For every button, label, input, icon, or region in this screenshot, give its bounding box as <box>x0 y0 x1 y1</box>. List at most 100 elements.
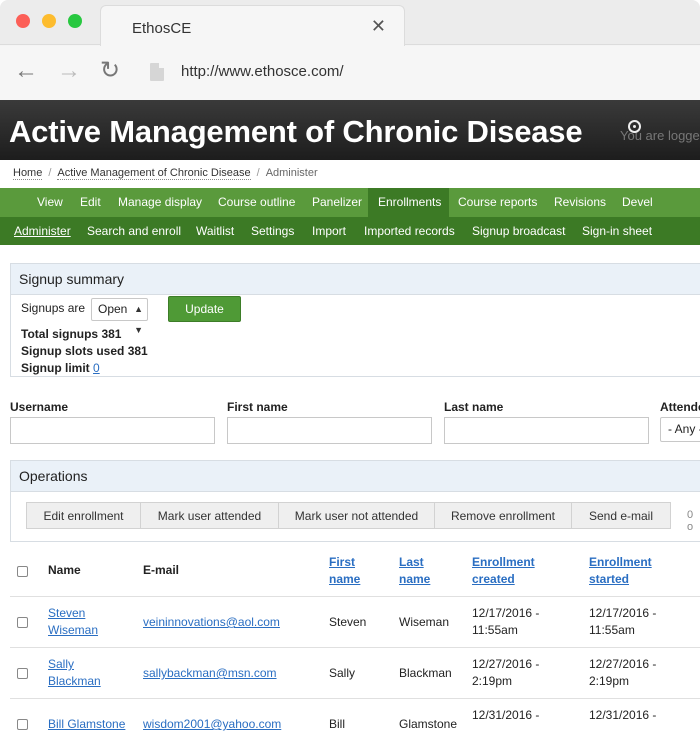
remove-enrollment-button[interactable]: Remove enrollment <box>434 502 572 529</box>
page-title: Active Management of Chronic Disease <box>9 114 583 149</box>
subtab-administer[interactable]: Administer <box>14 217 71 245</box>
mark-not-attended-button[interactable]: Mark user not attended <box>278 502 435 529</box>
tab-manage-display[interactable]: Manage display <box>118 188 202 217</box>
row-checkbox[interactable] <box>17 668 28 679</box>
forward-arrow-icon[interactable]: → <box>57 59 81 83</box>
slots-used-label: Signup slots used <box>21 344 125 358</box>
enrollment-started-date: 12/27/2016 - <box>589 657 657 671</box>
tab-edit[interactable]: Edit <box>80 188 101 217</box>
user-name-link[interactable]: Steven Wiseman <box>48 605 108 639</box>
first-name-input[interactable] <box>227 417 432 444</box>
last-name-input[interactable] <box>444 417 649 444</box>
tab-strip: EthosCE ✕ <box>0 0 700 46</box>
minimize-window-button[interactable] <box>42 14 56 28</box>
enrollment-created-date: 12/17/2016 - <box>472 606 540 620</box>
edit-enrollment-button[interactable]: Edit enrollment <box>26 502 141 529</box>
row-divider <box>10 698 700 699</box>
col-name: Name <box>48 563 81 577</box>
user-last-name: Blackman <box>399 666 452 680</box>
maximize-window-button[interactable] <box>68 14 82 28</box>
mark-attended-button[interactable]: Mark user attended <box>140 502 279 529</box>
tab-devel[interactable]: Devel <box>622 188 653 217</box>
col-email: E-mail <box>143 563 180 577</box>
breadcrumb-current: Administer <box>265 167 318 179</box>
enrollment-started-date: 12/31/2016 - <box>589 708 657 722</box>
browser-chrome: EthosCE ✕ ← → ↻ http://www.ethosce.com/ <box>0 0 700 100</box>
subtab-waitlist[interactable]: Waitlist <box>196 217 234 245</box>
breadcrumb-home[interactable]: Home <box>13 167 43 180</box>
breadcrumb-course[interactable]: Active Management of Chronic Disease <box>57 167 251 180</box>
tab-panelizer[interactable]: Panelizer <box>312 188 362 217</box>
subtab-import[interactable]: Import <box>312 217 346 245</box>
user-menu-icon[interactable] <box>628 120 641 133</box>
browser-tab[interactable]: EthosCE ✕ <box>100 5 405 46</box>
col-enrollment-created[interactable]: Enrollment created <box>472 554 547 588</box>
signups-are-label: Signups are <box>21 301 86 315</box>
primary-tabs: View Edit Manage display Course outline … <box>0 188 700 217</box>
user-email-link[interactable]: wisdom2001@yahoo.com <box>143 716 281 732</box>
signup-summary-legend: Signup summary <box>11 264 700 295</box>
close-tab-icon[interactable]: ✕ <box>371 16 386 37</box>
user-name-link[interactable]: Sally Blackman <box>48 656 108 690</box>
slots-used-value: 381 <box>127 344 148 358</box>
signups-status-value: Open <box>98 302 128 316</box>
attended-label: Attended <box>660 400 700 414</box>
enrollment-created-time: 11:55am <box>472 623 518 637</box>
user-first-name: Sally <box>329 666 356 680</box>
subtab-imported-records[interactable]: Imported records <box>364 217 455 245</box>
close-window-button[interactable] <box>16 14 30 28</box>
enrollment-started-date: 12/17/2016 - <box>589 606 657 620</box>
last-name-label: Last name <box>444 400 504 414</box>
user-name-link[interactable]: Bill Glamstone <box>48 716 125 732</box>
user-email-link[interactable]: sallybackman@msn.com <box>143 665 277 682</box>
enrollment-started-time: 11:55am <box>589 623 635 637</box>
send-email-button[interactable]: Send e-mail <box>571 502 671 529</box>
address-bar-area: ← → ↻ http://www.ethosce.com/ <box>0 46 700 100</box>
subtab-signup-broadcast[interactable]: Signup broadcast <box>472 217 565 245</box>
tab-course-reports[interactable]: Course reports <box>458 188 537 217</box>
username-label: Username <box>10 400 69 414</box>
first-name-label: First name <box>227 400 288 414</box>
select-arrows-icon: ▲ ▼ <box>134 304 143 335</box>
enrollment-created-time: 2:19pm <box>472 674 513 688</box>
enrollment-created-date: 12/31/2016 - <box>472 708 540 722</box>
username-input[interactable] <box>10 417 215 444</box>
subtab-search-and-enroll[interactable]: Search and enroll <box>87 217 181 245</box>
signup-slots-used: Signup slots used 381 <box>21 344 148 358</box>
url-field[interactable]: http://www.ethosce.com/ <box>181 63 344 80</box>
user-first-name: Steven <box>329 615 367 629</box>
update-button[interactable]: Update <box>168 296 241 322</box>
row-divider <box>10 596 700 597</box>
secondary-tabs: Administer Search and enroll Waitlist Se… <box>0 217 700 245</box>
reload-icon[interactable]: ↻ <box>100 59 120 83</box>
attended-select[interactable]: - Any - <box>660 417 700 442</box>
total-signups-label: Total signups <box>21 327 99 341</box>
total-signups-value: 381 <box>101 327 122 341</box>
tab-revisions[interactable]: Revisions <box>554 188 606 217</box>
total-signups: Total signups 381 <box>21 327 121 341</box>
site-header: You are logged in as Active Management o… <box>0 100 700 160</box>
row-checkbox[interactable] <box>17 719 28 730</box>
user-first-name: Bill <box>329 717 346 731</box>
signups-status-select[interactable]: Open ▲ ▼ <box>91 298 148 335</box>
enrollment-created-date: 12/27/2016 - <box>472 657 540 671</box>
col-first-name[interactable]: First name <box>329 554 369 588</box>
col-last-name[interactable]: Last name <box>399 554 439 588</box>
enrollment-started-time: 2:19pm <box>589 674 630 688</box>
signup-limit-link[interactable]: 0 <box>93 361 100 375</box>
back-arrow-icon[interactable]: ← <box>14 59 38 83</box>
signup-limit: Signup limit 0 <box>21 361 100 375</box>
signup-limit-label: Signup limit <box>21 361 90 375</box>
row-checkbox[interactable] <box>17 617 28 628</box>
subtab-settings[interactable]: Settings <box>251 217 294 245</box>
subtab-sign-in-sheet[interactable]: Sign-in sheet <box>582 217 652 245</box>
select-all-checkbox[interactable] <box>17 566 28 577</box>
tab-enrollments[interactable]: Enrollments <box>368 188 449 217</box>
signup-summary: Signup summary Signups are Open ▲ ▼ Updat… <box>10 263 700 377</box>
tab-course-outline[interactable]: Course outline <box>218 188 295 217</box>
user-email-link[interactable]: veininnovations@aol.com <box>143 614 280 631</box>
breadcrumb: Home / Active Management of Chronic Diseas… <box>13 167 318 180</box>
tab-view[interactable]: View <box>37 188 63 217</box>
operations-legend: Operations <box>11 461 700 492</box>
col-enrollment-started[interactable]: Enrollment started <box>589 554 664 588</box>
